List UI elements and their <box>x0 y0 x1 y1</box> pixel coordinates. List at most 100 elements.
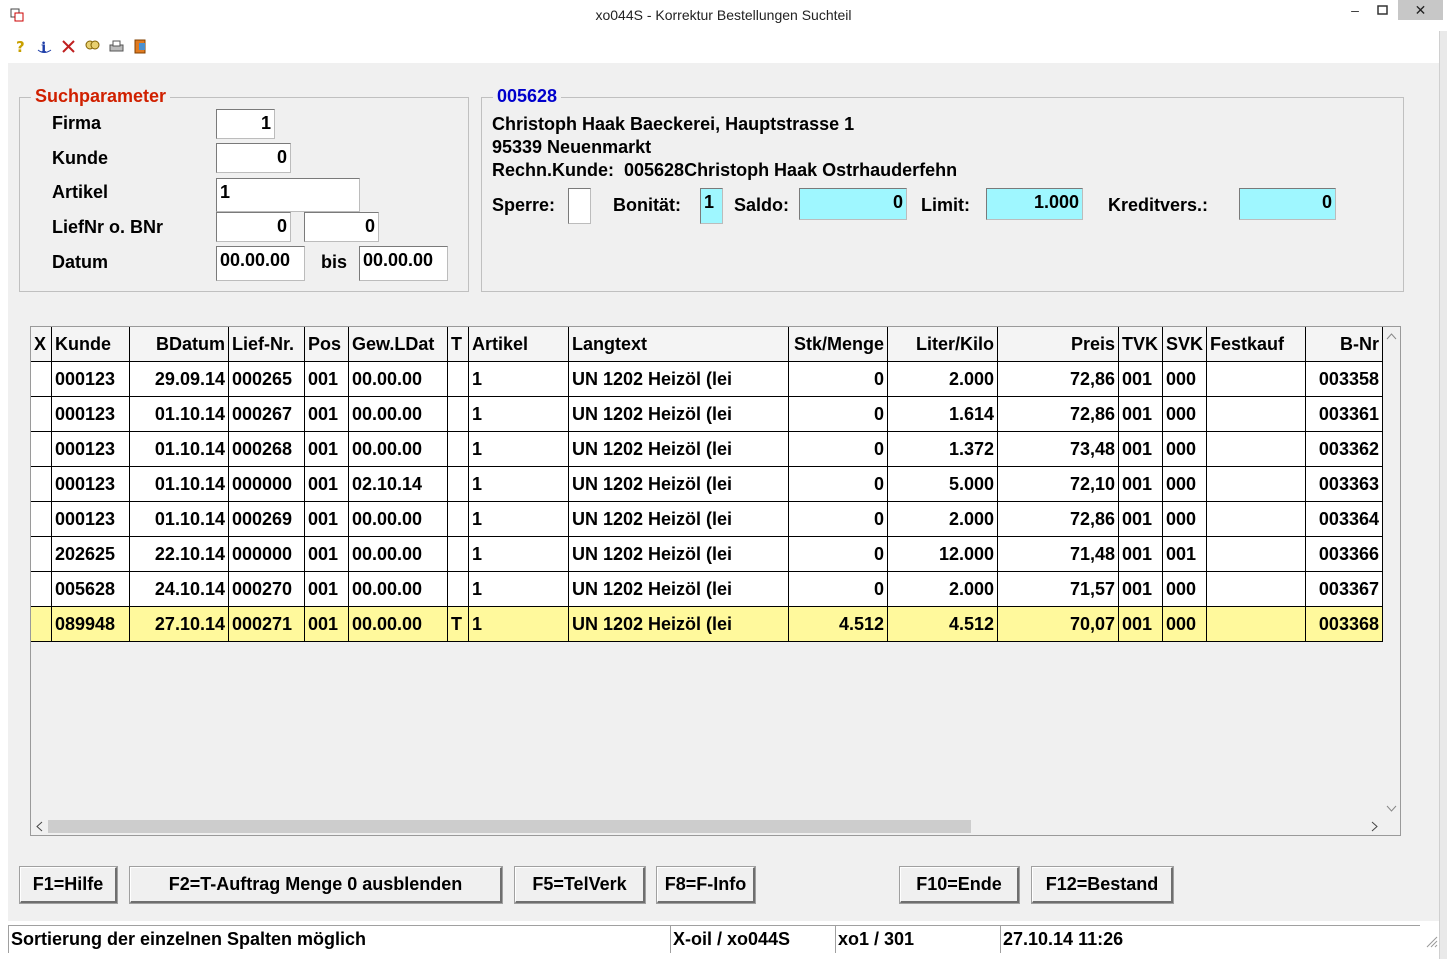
table-cell[interactable]: 73,48 <box>998 432 1119 467</box>
column-header-langtext[interactable]: Langtext <box>569 327 789 362</box>
table-cell[interactable]: 005628 <box>52 572 130 607</box>
table-cell[interactable]: 000265 <box>229 362 305 397</box>
table-cell[interactable]: 00.00.00 <box>349 572 448 607</box>
table-cell[interactable]: 001 <box>305 397 349 432</box>
table-cell[interactable]: 001 <box>1119 502 1163 537</box>
print-icon[interactable] <box>108 38 125 55</box>
table-cell[interactable]: 001 <box>1119 467 1163 502</box>
table-cell[interactable]: 71,48 <box>998 537 1119 572</box>
datum-from-input[interactable]: 00.00.00 <box>216 246 305 281</box>
table-cell[interactable] <box>448 537 469 572</box>
table-cell[interactable] <box>448 432 469 467</box>
table-cell[interactable]: 000271 <box>229 607 305 642</box>
table-cell[interactable]: 003361 <box>1306 397 1383 432</box>
table-cell[interactable]: 0 <box>789 537 888 572</box>
table-cell[interactable]: 24.10.14 <box>130 572 229 607</box>
column-header-artikel[interactable]: Artikel <box>469 327 569 362</box>
column-header-festkauf[interactable]: Festkauf <box>1207 327 1306 362</box>
table-cell[interactable]: 1.372 <box>888 432 998 467</box>
table-cell[interactable]: 0 <box>789 572 888 607</box>
table-cell[interactable]: 000123 <box>52 362 130 397</box>
table-cell[interactable] <box>31 572 52 607</box>
table-cell[interactable]: 1 <box>469 572 569 607</box>
table-cell[interactable]: 2.000 <box>888 362 998 397</box>
table-cell[interactable]: 00.00.00 <box>349 537 448 572</box>
table-cell[interactable]: UN 1202 Heizöl (lei <box>569 362 789 397</box>
table-cell[interactable]: 2.000 <box>888 572 998 607</box>
table-cell[interactable]: 01.10.14 <box>130 502 229 537</box>
table-cell[interactable]: 001 <box>1119 397 1163 432</box>
table-cell[interactable] <box>448 572 469 607</box>
table-cell[interactable]: 000000 <box>229 537 305 572</box>
table-cell[interactable]: 001 <box>305 467 349 502</box>
table-cell[interactable] <box>448 502 469 537</box>
table-cell[interactable]: 27.10.14 <box>130 607 229 642</box>
table-cell[interactable]: 000000 <box>229 467 305 502</box>
minimize-button[interactable]: – <box>1340 0 1370 22</box>
hide-zero-orders-button[interactable]: F2=T-Auftrag Menge 0 ausblenden <box>130 867 502 903</box>
table-cell[interactable]: 1.614 <box>888 397 998 432</box>
table-cell[interactable]: 000267 <box>229 397 305 432</box>
close-window-button[interactable]: ✕ <box>1398 0 1443 20</box>
table-cell[interactable]: 01.10.14 <box>130 467 229 502</box>
table-cell[interactable]: 202625 <box>52 537 130 572</box>
table-cell[interactable] <box>1207 432 1306 467</box>
liefnr-input[interactable]: 0 <box>216 212 291 242</box>
table-cell[interactable] <box>448 467 469 502</box>
table-cell[interactable]: 1 <box>469 502 569 537</box>
table-cell[interactable] <box>31 502 52 537</box>
table-cell[interactable]: 003366 <box>1306 537 1383 572</box>
table-cell[interactable]: 1 <box>469 607 569 642</box>
end-button[interactable]: F10=Ende <box>900 867 1019 903</box>
kunde-input[interactable]: 0 <box>216 143 291 173</box>
table-cell[interactable] <box>31 397 52 432</box>
table-cell[interactable]: 1 <box>469 397 569 432</box>
table-cell[interactable]: 000 <box>1163 432 1207 467</box>
table-cell[interactable]: UN 1202 Heizöl (lei <box>569 502 789 537</box>
info-icon[interactable]: i <box>36 38 53 55</box>
table-cell[interactable]: 003362 <box>1306 432 1383 467</box>
column-header-tvk[interactable]: TVK <box>1119 327 1163 362</box>
firma-input[interactable]: 1 <box>216 109 275 139</box>
table-cell[interactable]: T <box>448 607 469 642</box>
table-cell[interactable]: 1 <box>469 362 569 397</box>
table-cell[interactable]: 000 <box>1163 502 1207 537</box>
table-cell[interactable]: 000 <box>1163 362 1207 397</box>
table-cell[interactable]: 00.00.00 <box>349 362 448 397</box>
help-button[interactable]: F1=Hilfe <box>20 867 117 903</box>
maximize-button[interactable] <box>1372 0 1394 22</box>
table-cell[interactable]: 29.09.14 <box>130 362 229 397</box>
table-cell[interactable] <box>1207 607 1306 642</box>
table-cell[interactable] <box>1207 397 1306 432</box>
table-cell[interactable]: 000123 <box>52 432 130 467</box>
table-cell[interactable]: 001 <box>1119 537 1163 572</box>
column-header-gew-ldat[interactable]: Gew.LDat <box>349 327 448 362</box>
bnr-input[interactable]: 0 <box>304 212 379 242</box>
telverk-button[interactable]: F5=TelVerk <box>515 867 645 903</box>
table-cell[interactable]: 001 <box>305 502 349 537</box>
table-cell[interactable]: 001 <box>305 537 349 572</box>
column-header-preis[interactable]: Preis <box>998 327 1119 362</box>
table-cell[interactable]: UN 1202 Heizöl (lei <box>569 537 789 572</box>
table-cell[interactable]: 5.000 <box>888 467 998 502</box>
column-header-kunde[interactable]: Kunde <box>52 327 130 362</box>
datum-to-input[interactable]: 00.00.00 <box>359 246 448 281</box>
vertical-scrollbar[interactable] <box>1383 327 1400 817</box>
table-cell[interactable]: 72,10 <box>998 467 1119 502</box>
table-cell[interactable] <box>1207 467 1306 502</box>
table-cell[interactable]: 001 <box>305 362 349 397</box>
table-cell[interactable]: 000269 <box>229 502 305 537</box>
table-cell[interactable]: 000270 <box>229 572 305 607</box>
column-header-bdatum[interactable]: BDatum <box>130 327 229 362</box>
table-cell[interactable] <box>1207 537 1306 572</box>
column-header-svk[interactable]: SVK <box>1163 327 1207 362</box>
table-cell[interactable] <box>448 362 469 397</box>
table-cell[interactable]: 22.10.14 <box>130 537 229 572</box>
table-cell[interactable] <box>31 467 52 502</box>
search-icon[interactable] <box>84 38 101 55</box>
table-cell[interactable]: 089948 <box>52 607 130 642</box>
column-header-stk-menge[interactable]: Stk/Menge <box>789 327 888 362</box>
table-cell[interactable]: 000123 <box>52 502 130 537</box>
table-cell[interactable]: 0 <box>789 502 888 537</box>
table-cell[interactable]: 000123 <box>52 397 130 432</box>
